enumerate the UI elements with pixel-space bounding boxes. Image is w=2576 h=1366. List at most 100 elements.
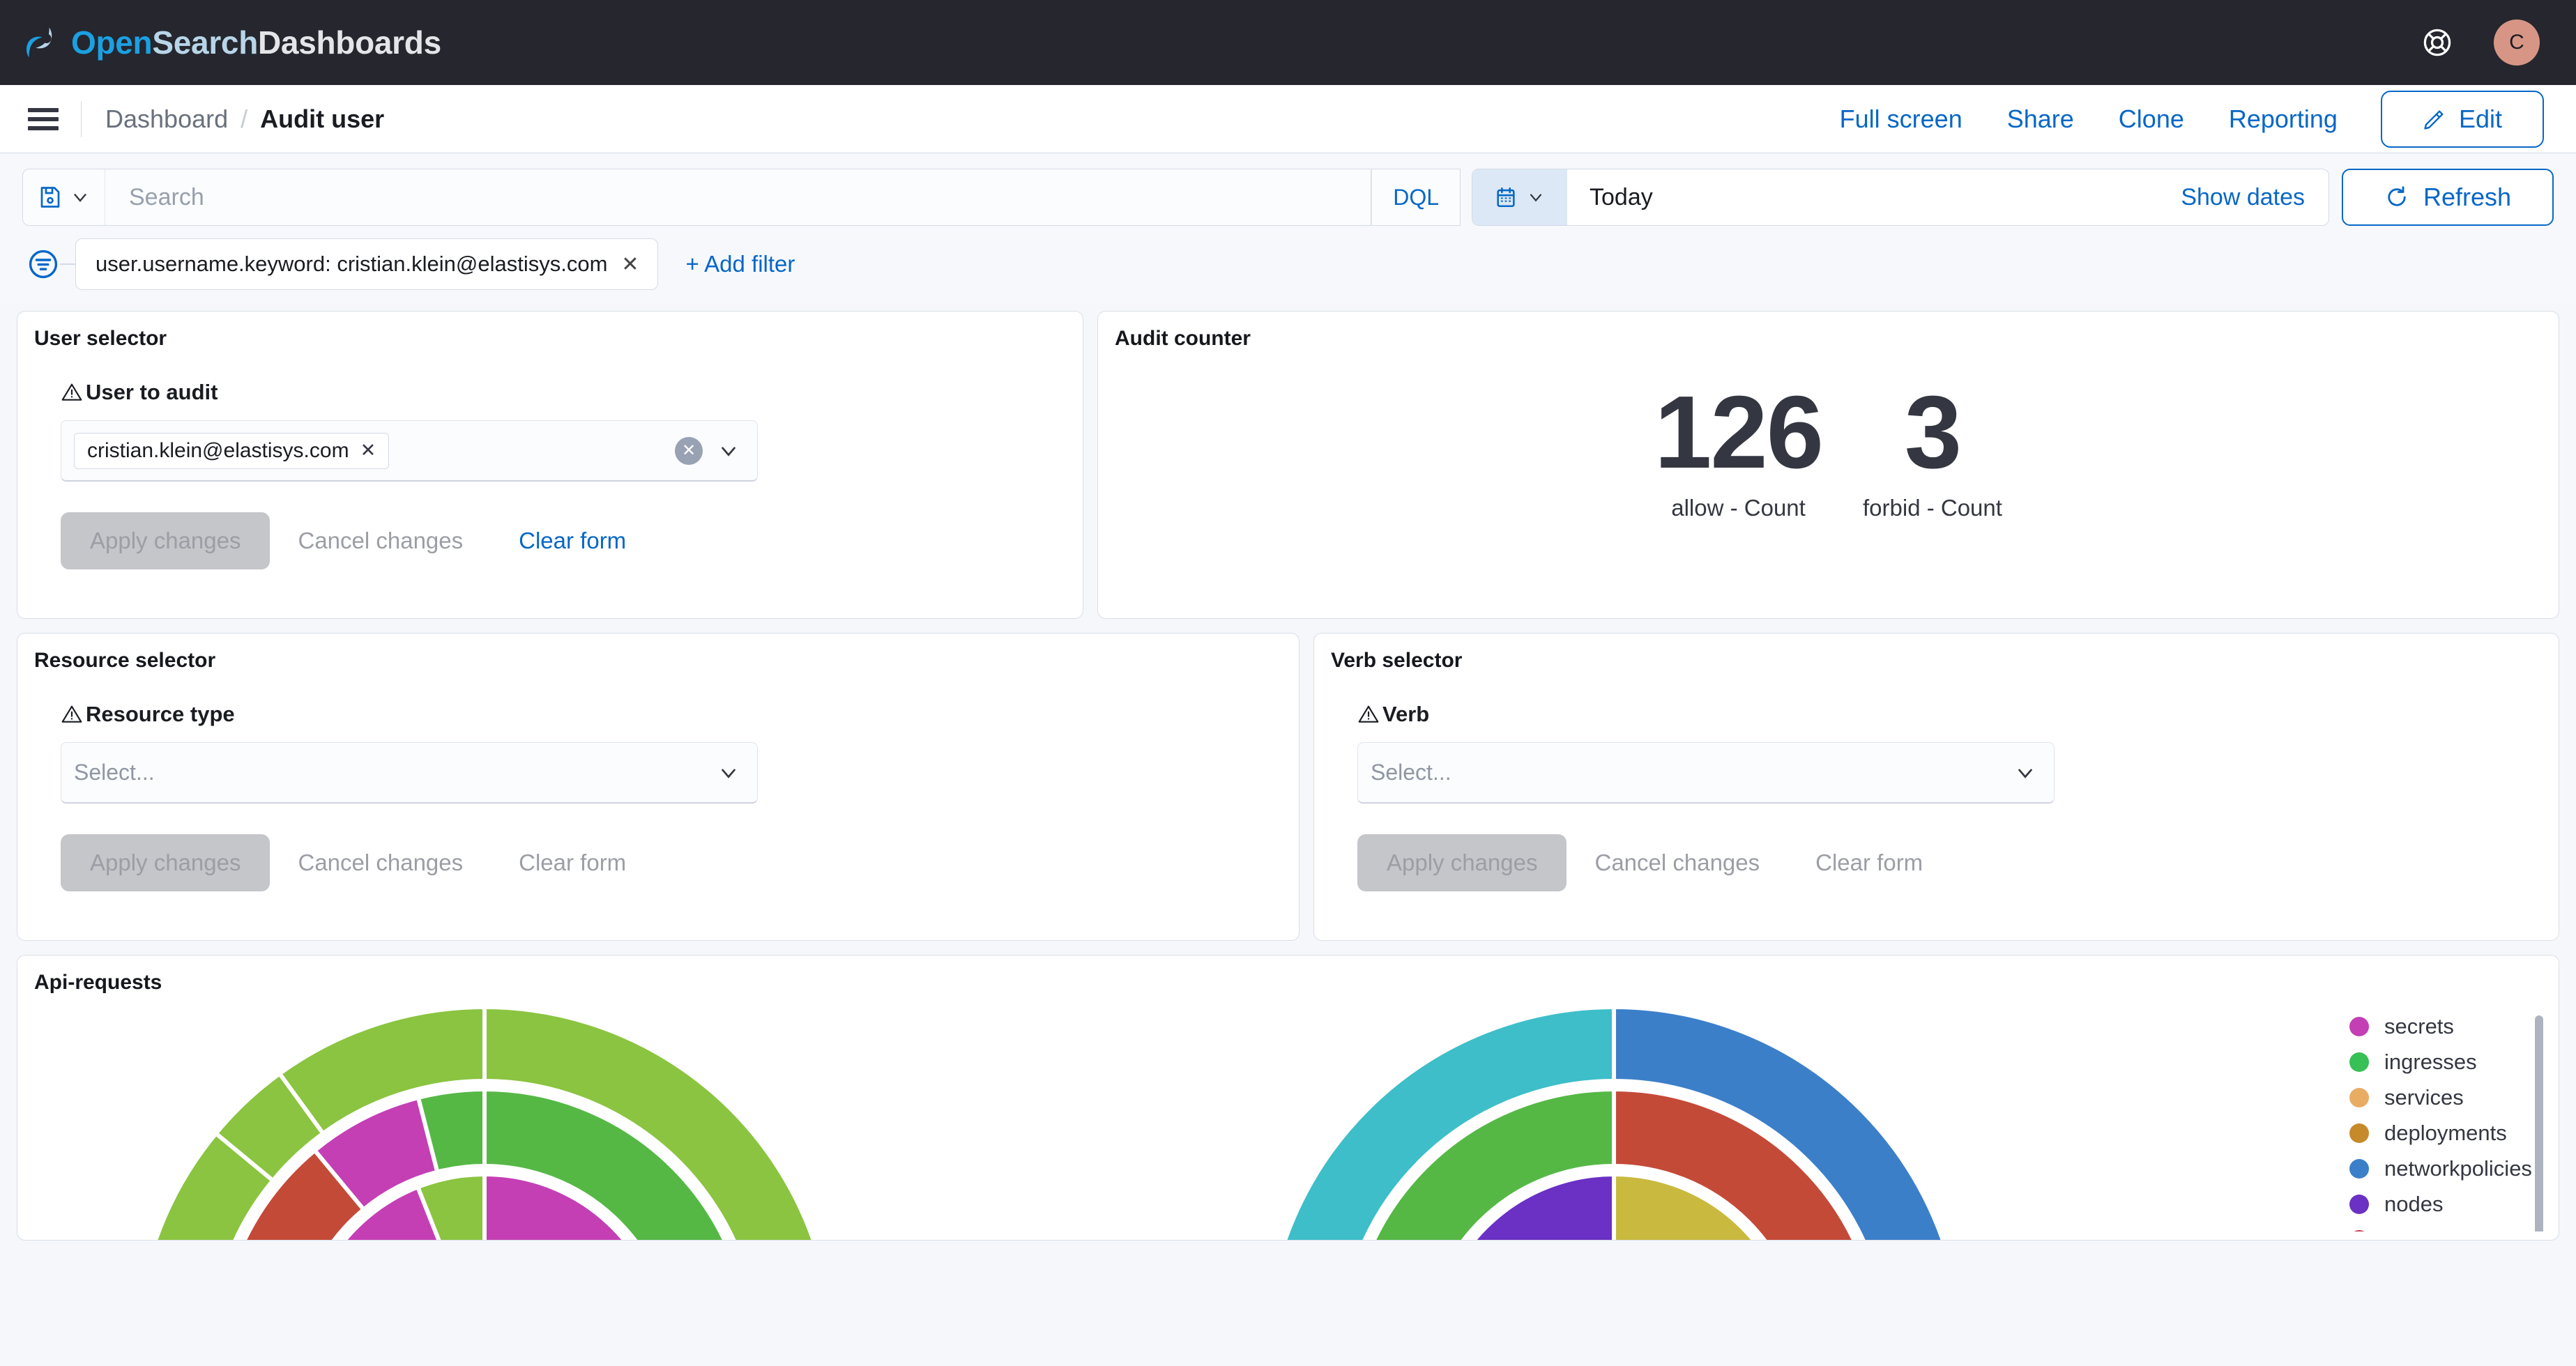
chevron-down-icon[interactable] <box>717 439 740 463</box>
legend-item[interactable]: secrets <box>2349 1008 2559 1044</box>
chart-legend: secrets ingresses services deployments netwo… <box>2266 995 2559 1231</box>
legend-item-label: nodes <box>2384 1191 2444 1216</box>
legend-item-label: ingresses <box>2384 1049 2477 1074</box>
panel-title-user-selector: User selector <box>34 327 167 350</box>
legend-item-label: networkpolicies <box>2384 1156 2532 1181</box>
metric-forbid-label: forbid - Count <box>1863 495 2002 521</box>
resource-cancel-changes-button[interactable]: Cancel changes <box>270 834 491 891</box>
brand-dashboards: Dashboards <box>258 24 441 61</box>
metric-allow-value: 126 <box>1654 375 1824 490</box>
panel-verb-selector: Verb selector Verb Select... Apply chang… <box>1313 633 2559 941</box>
user-selected-token[interactable]: cristian.klein@elastisys.com ✕ <box>74 432 390 469</box>
show-dates-button[interactable]: Show dates <box>2181 169 2329 225</box>
query-language-button[interactable]: DQL <box>1371 169 1461 226</box>
search-field-wrapper[interactable] <box>105 169 1372 226</box>
resource-selector-buttons: Apply changes Cancel changes Clear form <box>61 834 1299 891</box>
legend-color-swatch <box>2349 1194 2369 1214</box>
user-apply-changes-button[interactable]: Apply changes <box>61 512 270 569</box>
top-navigation-bar: OpenSearchDashboards C <box>0 0 2576 85</box>
sunburst-chart-right[interactable] <box>1265 1007 1963 1241</box>
resource-type-label: Resource type <box>61 702 1299 727</box>
hamburger-menu-icon[interactable] <box>28 107 59 130</box>
filter-icon[interactable] <box>26 247 60 281</box>
chevron-down-icon[interactable] <box>2013 761 2037 785</box>
warning-triangle-icon <box>61 705 82 723</box>
breadcrumb-item-current: Audit user <box>260 104 385 133</box>
verb-placeholder: Select... <box>1371 760 1451 785</box>
audit-counter-metrics: 126 allow - Count 3 forbid - Count <box>1098 378 2559 521</box>
user-to-audit-label: User to audit <box>61 380 1083 405</box>
panel-title-audit-counter: Audit counter <box>1115 327 1251 350</box>
legend-color-swatch <box>2349 1158 2369 1179</box>
breadcrumb: Dashboard / Audit user <box>105 105 384 134</box>
dashboard-row-3: Api-requests secrets ingresses services dep… <box>17 955 2559 1241</box>
dashboard-row-1: User selector User to audit cristian.kle… <box>17 311 2559 619</box>
legend-scrollbar[interactable] <box>2535 1015 2543 1231</box>
verb-apply-changes-button[interactable]: Apply changes <box>1357 834 1567 891</box>
verb-clear-form-button[interactable]: Clear form <box>1788 834 1951 891</box>
panel-title-resource-selector: Resource selector <box>34 649 216 672</box>
resource-type-combobox[interactable]: Select... <box>61 742 758 804</box>
legend-color-swatch <box>2349 1229 2369 1231</box>
dashboard-grid: User selector User to audit cristian.kle… <box>0 304 2576 1241</box>
pencil-icon <box>2424 109 2444 130</box>
sunburst-charts-area <box>17 995 2266 1240</box>
legend-item[interactable]: nodes <box>2349 1186 2559 1222</box>
panel-user-selector: User selector User to audit cristian.kle… <box>17 311 1083 619</box>
dashboard-actions: Full screen Share Clone Reporting Edit <box>1817 90 2544 148</box>
legend-item[interactable]: networkpolicies <box>2349 1151 2559 1186</box>
dashboard-row-2: Resource selector Resource type Select..… <box>17 633 2559 941</box>
panel-resource-selector: Resource selector Resource type Select..… <box>17 633 1300 941</box>
breadcrumb-separator: / <box>241 104 248 133</box>
user-clear-form-button[interactable]: Clear form <box>491 512 654 569</box>
brand-open: Open <box>71 24 153 61</box>
metric-forbid-value: 3 <box>1904 375 1962 490</box>
calendar-icon <box>1497 187 1515 208</box>
verb-combobox[interactable]: Select... <box>1357 742 2055 804</box>
reporting-button[interactable]: Reporting <box>2207 105 2360 134</box>
search-input[interactable] <box>129 183 1371 211</box>
full-screen-button[interactable]: Full screen <box>1817 105 1985 134</box>
date-quick-select-button[interactable] <box>1472 169 1567 225</box>
add-filter-button[interactable]: + Add filter <box>686 251 795 277</box>
legend-item[interactable]: ingresses <box>2349 1044 2559 1080</box>
clear-circle-icon[interactable]: ✕ <box>675 436 703 465</box>
legend-item-label: secrets <box>2384 1013 2454 1038</box>
close-icon[interactable]: ✕ <box>621 252 639 277</box>
resource-clear-form-button[interactable]: Clear form <box>491 834 654 891</box>
clone-button[interactable]: Clone <box>2096 105 2207 134</box>
resource-apply-changes-button[interactable]: Apply changes <box>61 834 270 891</box>
user-avatar[interactable]: C <box>2494 20 2540 66</box>
lifebuoy-icon[interactable] <box>2421 26 2453 59</box>
brand-title: OpenSearchDashboards <box>71 24 441 61</box>
warning-triangle-icon <box>61 383 82 401</box>
legend-item[interactable]: prometheusrules <box>2349 1222 2559 1231</box>
user-combobox[interactable]: cristian.klein@elastisys.com ✕ ✕ <box>61 420 758 482</box>
filter-pill[interactable]: user.username.keyword: cristian.klein@el… <box>75 238 658 290</box>
user-selector-buttons: Apply changes Cancel changes Clear form <box>61 512 1083 569</box>
saved-query-button[interactable] <box>22 169 105 226</box>
opensearch-logo-icon <box>26 27 52 58</box>
brand-search: Search <box>152 24 259 61</box>
share-button[interactable]: Share <box>1985 105 2096 134</box>
refresh-button-label: Refresh <box>2423 183 2512 211</box>
avatar-initial: C <box>2509 31 2524 54</box>
legend-item[interactable]: deployments <box>2349 1115 2559 1151</box>
resource-combobox-controls <box>717 761 740 785</box>
edit-button[interactable]: Edit <box>2380 90 2544 148</box>
legend-color-swatch <box>2349 1052 2369 1072</box>
refresh-button[interactable]: Refresh <box>2342 169 2554 226</box>
verb-cancel-changes-button[interactable]: Cancel changes <box>1567 834 1788 891</box>
user-cancel-changes-button[interactable]: Cancel changes <box>270 512 491 569</box>
chevron-down-icon[interactable] <box>717 761 740 785</box>
sunburst-chart-left[interactable] <box>136 1007 833 1241</box>
brand-logo-area[interactable]: OpenSearchDashboards <box>21 21 441 64</box>
legend-item[interactable]: services <box>2349 1080 2559 1115</box>
resource-type-label-text: Resource type <box>86 702 235 726</box>
legend-color-swatch <box>2349 1123 2369 1143</box>
user-combobox-controls: ✕ <box>675 436 740 465</box>
close-icon[interactable]: ✕ <box>360 440 376 461</box>
refresh-icon <box>2388 186 2406 206</box>
breadcrumb-item-dashboard[interactable]: Dashboard <box>105 105 228 134</box>
date-range-value[interactable]: Today <box>1567 169 2181 225</box>
